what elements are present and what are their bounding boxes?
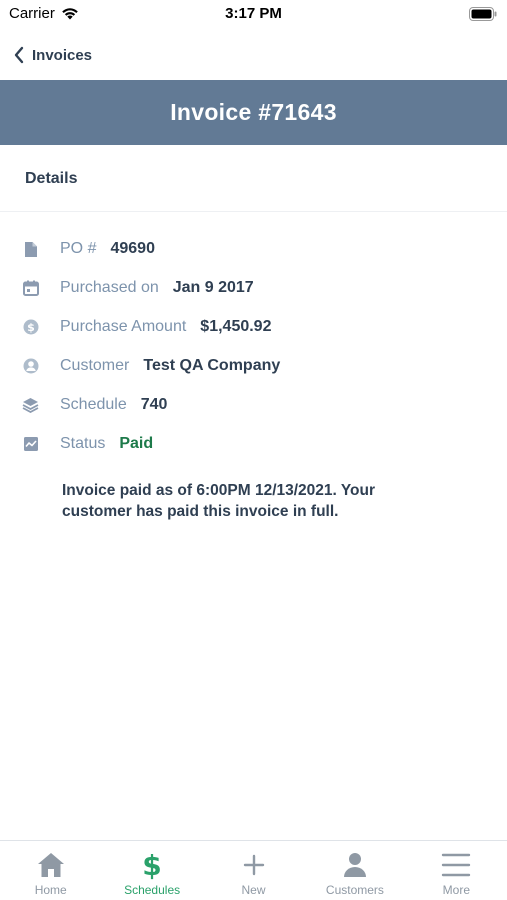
detail-value: $1,450.92 <box>200 318 272 335</box>
chevron-left-icon <box>14 46 24 64</box>
status-badge: Paid <box>119 435 154 452</box>
tab-label: More <box>442 883 470 897</box>
person-icon <box>339 850 371 880</box>
detail-row-po: PO # 49690 <box>22 237 155 261</box>
svg-text:$: $ <box>142 850 161 880</box>
detail-label: Schedule <box>60 396 127 413</box>
detail-label: PO # <box>60 240 97 257</box>
detail-label: Status <box>60 435 106 452</box>
battery-icon <box>469 7 497 21</box>
detail-value: Jan 9 2017 <box>172 279 254 296</box>
detail-value: 49690 <box>110 240 155 257</box>
section-title: Details <box>25 170 78 187</box>
detail-row-purchase-amount: $ Purchase Amount $1,450.92 <box>22 315 271 339</box>
plus-icon <box>238 850 270 880</box>
home-icon <box>35 850 67 880</box>
tab-label: Schedules <box>124 883 181 897</box>
dollar-icon: $ <box>136 850 168 880</box>
detail-row-purchased-on: Purchased on Jan 9 2017 <box>22 276 254 300</box>
section-divider <box>0 211 507 212</box>
clock: 3:17 PM <box>225 5 282 22</box>
tab-customers[interactable]: Customers <box>304 841 405 900</box>
status-bar: Carrier 3:17 PM <box>0 0 507 30</box>
menu-icon <box>440 850 472 880</box>
document-icon <box>22 241 39 258</box>
tab-label: New <box>241 883 266 897</box>
detail-row-schedule: Schedule 740 <box>22 393 167 417</box>
detail-label: Purchased on <box>60 279 159 296</box>
tab-home[interactable]: Home <box>0 841 101 900</box>
tab-more[interactable]: More <box>406 841 507 900</box>
detail-row-status: Status Paid <box>22 432 153 456</box>
detail-value: Test QA Company <box>143 357 281 374</box>
detail-label: Customer <box>60 357 130 374</box>
detail-label: Purchase Amount <box>60 318 187 335</box>
detail-row-customer: Customer Test QA Company <box>22 354 280 378</box>
dollar-coin-icon: $ <box>22 319 39 336</box>
chart-line-icon <box>22 436 39 453</box>
tab-new[interactable]: New <box>203 841 304 900</box>
back-button-label: Invoices <box>32 46 93 64</box>
tab-schedules[interactable]: $ Schedules <box>101 841 202 900</box>
page-title: Invoice #71643 <box>170 99 337 125</box>
calendar-icon <box>22 280 39 297</box>
detail-value: 740 <box>140 396 168 413</box>
layers-icon <box>22 397 39 414</box>
back-button[interactable]: Invoices <box>14 43 92 67</box>
status-note: Invoice paid as of 6:00PM 12/13/2021. Yo… <box>62 482 376 520</box>
tab-bar: Home $ Schedules New Customers More <box>0 840 507 900</box>
user-circle-icon <box>22 358 39 375</box>
svg-text:$: $ <box>27 321 35 334</box>
tab-label: Home <box>34 883 67 897</box>
tab-label: Customers <box>325 883 384 897</box>
page-header: Invoice #71643 <box>0 80 507 145</box>
